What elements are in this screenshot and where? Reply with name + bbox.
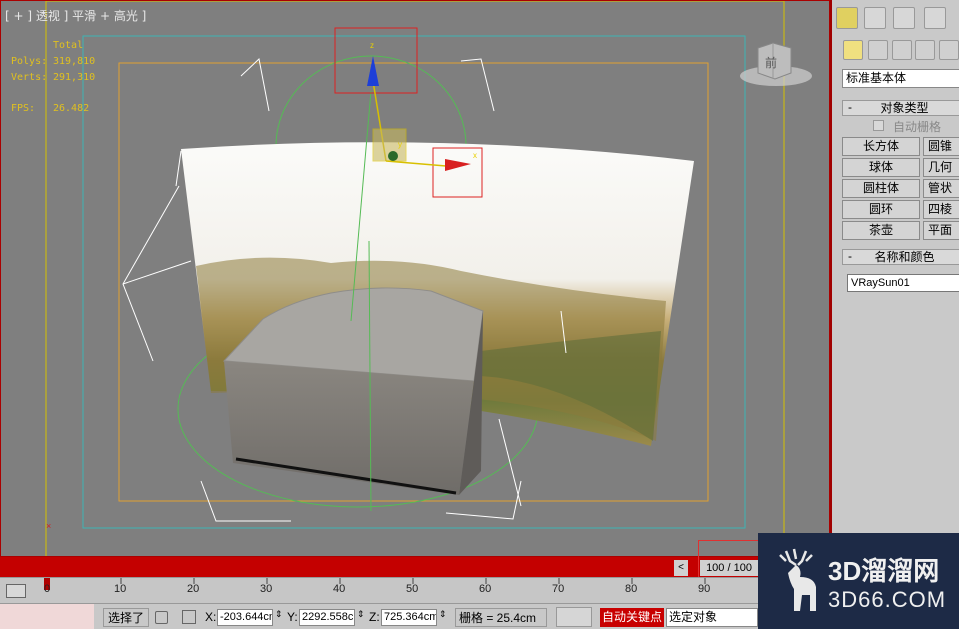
x-spinner-icon[interactable]: ⇕ [275,609,283,620]
autogrid-checkbox[interactable] [873,120,884,131]
teapot-button[interactable]: 茶壶 [842,221,920,240]
absolute-mode-icon[interactable] [182,610,196,624]
watermark-logo: 3D溜溜网 3D66.COM [758,533,959,629]
primitive-type-dropdown[interactable]: 标准基本体 [842,69,959,88]
tick-label: 80 [625,583,638,595]
watermark-brand: 3D溜溜网 [828,556,940,586]
perspective-viewport[interactable]: [ + ] 透视 ] 平滑 + 高光 ] Total Polys: 319,81… [0,0,830,557]
origin-marker: × [46,521,52,531]
gizmo-z-arrow [367,56,379,86]
scene-canvas[interactable] [1,1,830,557]
gizmo-center [388,151,398,161]
tick-label: 20 [187,583,200,595]
grid-size-display: 栅格 = 25.4cm [455,608,547,627]
cylinder-button[interactable]: 圆柱体 [842,179,920,198]
gizmo-y-label: y [398,140,402,149]
x-label: X: [205,610,217,624]
viewcube-label[interactable]: 前 [765,54,777,71]
box-button[interactable]: 长方体 [842,137,920,156]
name-color-rollout[interactable]: - 名称和颜色 [842,249,959,265]
tube-button[interactable]: 管状 [923,179,959,198]
stats-total-label: Total [53,40,84,51]
geometry-icon[interactable] [843,40,863,60]
track-bar-icon[interactable] [6,584,26,598]
tick-label: 10 [114,583,127,595]
shapes-icon[interactable] [868,40,888,60]
geosphere-button[interactable]: 几何 [923,158,959,177]
selection-set-field[interactable]: 选定对象 [666,608,758,627]
tick-label: 40 [333,583,346,595]
z-coordinate-field[interactable]: 725.364cm [381,609,437,626]
torus-button[interactable]: 圆环 [842,200,920,219]
tick-label: 90 [698,583,711,595]
auto-key-button[interactable]: 自动关键点 [600,608,664,627]
lock-icon[interactable] [155,611,168,624]
viewport-label[interactable]: [ + ] 透视 ] 平滑 + 高光 ] [5,7,146,24]
z-spinner-icon[interactable]: ⇕ [439,609,447,620]
frame-highlight [698,540,760,578]
selection-status: 选择了 [103,608,150,627]
y-label: Y: [287,610,298,624]
motion-icon[interactable] [924,7,946,29]
tick-label: 30 [260,583,273,595]
key-icon[interactable] [556,607,592,627]
cone-button[interactable]: 圆锥 [923,137,959,156]
box-front [224,361,474,495]
helpers-icon[interactable] [939,40,959,60]
modify-icon[interactable] [864,7,886,29]
pyramid-button[interactable]: 四棱 [923,200,959,219]
prev-frame-button[interactable]: < [674,560,688,576]
stats-fps-label: FPS: [11,103,36,114]
object-type-header: 对象类型 [880,101,929,115]
maxscript-listener[interactable] [0,604,94,629]
gizmo-z-label: z [370,41,374,50]
tick-label: 50 [406,583,419,595]
x-coordinate-field[interactable]: -203.644cm [217,609,273,626]
tick-label: 70 [552,583,565,595]
stats-polys-label: Polys: [11,56,48,67]
y-coordinate-field[interactable]: 2292.558cm [299,609,355,626]
tick-label: 60 [479,583,492,595]
autogrid-label: 自动栅格 [893,120,942,134]
object-name-field[interactable]: VRaySun01 [847,274,959,292]
cameras-icon[interactable] [915,40,935,60]
stats-verts-value: 291,310 [53,72,96,83]
plane-button[interactable]: 平面 [923,221,959,240]
hierarchy-icon[interactable] [893,7,915,29]
sphere-button[interactable]: 球体 [842,158,920,177]
watermark-url: 3D66.COM [828,587,947,612]
stats-verts-label: Verts: [11,72,48,83]
tick-label: 0 [44,583,51,595]
y-spinner-icon[interactable]: ⇕ [357,609,365,620]
deer-icon [779,548,816,611]
stats-polys-value: 319,810 [53,56,96,67]
name-color-header: 名称和颜色 [874,250,935,264]
object-type-rollout[interactable]: - 对象类型 [842,100,959,116]
lights-icon[interactable] [892,40,912,60]
create-icon[interactable] [836,7,858,29]
gizmo-x-label: x [473,151,477,160]
z-label: Z: [369,610,380,624]
stats-fps-value: 26.482 [53,103,90,114]
